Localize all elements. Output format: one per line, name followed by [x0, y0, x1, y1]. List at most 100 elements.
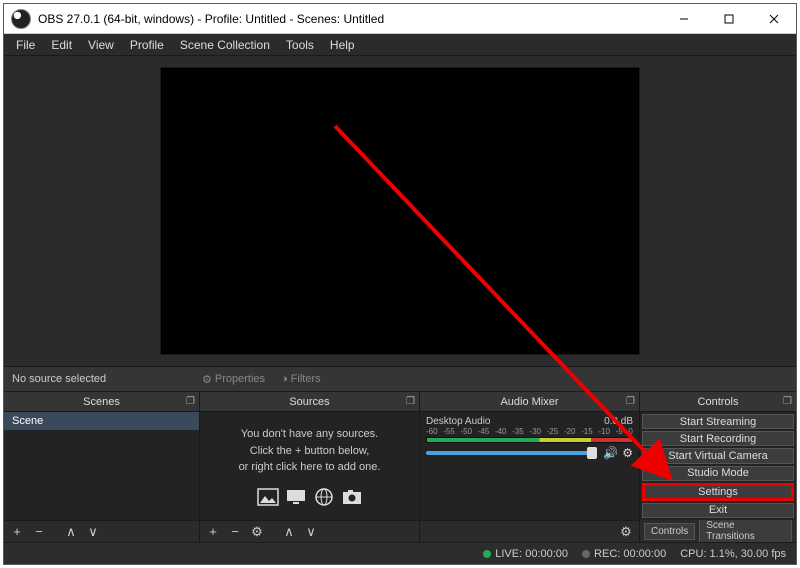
tick: -15	[581, 427, 593, 436]
tick: -60	[426, 427, 438, 436]
empty-line-2: Click the + button below,	[210, 443, 409, 460]
popout-icon[interactable]: ❐	[406, 396, 415, 407]
display-icon	[285, 486, 307, 508]
tick: -10	[598, 427, 610, 436]
menu-help[interactable]: Help	[322, 35, 363, 55]
menubar: File Edit View Profile Scene Collection …	[4, 34, 796, 56]
menu-tools[interactable]: Tools	[278, 35, 322, 55]
window-title: OBS 27.0.1 (64-bit, windows) - Profile: …	[38, 12, 661, 26]
tab-scene-transitions[interactable]: Scene Transitions	[699, 517, 792, 545]
menu-file[interactable]: File	[8, 35, 43, 55]
preview-area	[4, 56, 796, 366]
live-time: 00:00:00	[525, 548, 568, 560]
tab-controls[interactable]: Controls	[644, 523, 695, 540]
status-live: LIVE: 00:00:00	[483, 548, 568, 560]
sources-panel: Sources ❐ You don't have any sources. Cl…	[200, 392, 420, 542]
scenes-panel: Scenes ❐ Scene + − ∧ ∨	[4, 392, 200, 542]
tick: -55	[443, 427, 455, 436]
menu-view[interactable]: View	[80, 35, 122, 55]
image-icon	[257, 486, 279, 508]
mixer-volume-slider[interactable]	[426, 451, 597, 455]
no-source-label: No source selected	[4, 373, 194, 385]
filters-icon: ◑	[281, 373, 288, 385]
source-properties-button[interactable]: ⚙	[248, 523, 266, 541]
mixer-title: Audio Mixer	[500, 396, 558, 408]
scenes-toolbar: + − ∧ ∨	[4, 520, 199, 542]
popout-icon[interactable]: ❐	[626, 396, 635, 407]
studio-mode-button[interactable]: Studio Mode	[642, 466, 794, 481]
mixer-settings-button[interactable]: ⚙	[617, 523, 635, 541]
mixer-meter-scale: -60 -55 -50 -45 -40 -35 -30 -25 -20 -15 …	[426, 427, 633, 437]
properties-button[interactable]: ⚙ Properties	[194, 373, 273, 386]
exit-button[interactable]: Exit	[642, 503, 794, 518]
sources-toolbar: + − ⚙ ∧ ∨	[200, 520, 419, 542]
tick: -40	[495, 427, 507, 436]
gear-icon: ⚙	[202, 373, 212, 386]
app-window: OBS 27.0.1 (64-bit, windows) - Profile: …	[3, 3, 797, 565]
remove-scene-button[interactable]: −	[30, 523, 48, 541]
sources-header: Sources ❐	[200, 392, 419, 412]
preview-canvas[interactable]	[160, 67, 640, 355]
scene-item[interactable]: Scene	[4, 412, 199, 430]
mixer-track-label: Desktop Audio	[426, 416, 491, 427]
remove-source-button[interactable]: −	[226, 523, 244, 541]
live-label: LIVE:	[495, 548, 522, 560]
rec-time: 00:00:00	[623, 548, 666, 560]
tick: -25	[547, 427, 559, 436]
tick: -5	[616, 427, 623, 436]
camera-icon	[341, 486, 363, 508]
popout-icon[interactable]: ❐	[783, 396, 792, 407]
menu-profile[interactable]: Profile	[122, 35, 172, 55]
context-bar: No source selected ⚙ Properties ◑ Filter…	[4, 366, 796, 392]
titlebar: OBS 27.0.1 (64-bit, windows) - Profile: …	[4, 4, 796, 34]
controls-tabs: Controls Scene Transitions	[640, 520, 796, 542]
controls-panel: Controls ❐ Start Streaming Start Recordi…	[640, 392, 796, 542]
start-recording-button[interactable]: Start Recording	[642, 431, 794, 446]
mixer-toolbar: ⚙	[420, 520, 639, 542]
speaker-icon[interactable]: 🔊	[603, 446, 618, 460]
filters-label: Filters	[291, 373, 321, 385]
mixer-slider-row: 🔊 ⚙	[426, 446, 633, 460]
scene-up-button[interactable]: ∧	[62, 523, 80, 541]
scenes-title: Scenes	[83, 396, 120, 408]
globe-icon	[313, 486, 335, 508]
status-cpu: CPU: 1.1%, 30.00 fps	[680, 548, 786, 560]
mixer-meter	[426, 437, 633, 443]
minimize-button[interactable]	[661, 4, 706, 33]
mixer-volume-readout: 0.0 dB	[593, 416, 633, 427]
sources-list[interactable]: You don't have any sources. Click the + …	[200, 412, 419, 520]
gear-icon[interactable]: ⚙	[622, 446, 633, 460]
filters-button[interactable]: ◑ Filters	[273, 373, 329, 385]
mixer-body: Desktop Audio 0.0 dB -60 -55 -50 -45 -40…	[420, 412, 639, 520]
close-button[interactable]	[751, 4, 796, 33]
empty-line-3: or right click here to add one.	[210, 459, 409, 476]
sources-title: Sources	[289, 396, 329, 408]
add-scene-button[interactable]: +	[8, 523, 26, 541]
start-streaming-button[interactable]: Start Streaming	[642, 414, 794, 429]
tick: -45	[478, 427, 490, 436]
source-up-button[interactable]: ∧	[280, 523, 298, 541]
scene-down-button[interactable]: ∨	[84, 523, 102, 541]
controls-header: Controls ❐	[640, 392, 796, 412]
maximize-button[interactable]	[706, 4, 751, 33]
add-source-button[interactable]: +	[204, 523, 222, 541]
controls-body: Start Streaming Start Recording Start Vi…	[640, 412, 796, 520]
tick: -35	[512, 427, 524, 436]
menu-edit[interactable]: Edit	[43, 35, 80, 55]
scenes-list[interactable]: Scene	[4, 412, 199, 520]
app-icon	[11, 9, 31, 29]
live-dot-icon	[483, 550, 491, 558]
properties-label: Properties	[215, 373, 265, 385]
rec-label: REC:	[594, 548, 620, 560]
statusbar: LIVE: 00:00:00 REC: 00:00:00 CPU: 1.1%, …	[4, 542, 796, 564]
scenes-header: Scenes ❐	[4, 392, 199, 412]
start-virtual-camera-button[interactable]: Start Virtual Camera	[642, 448, 794, 463]
status-rec: REC: 00:00:00	[582, 548, 666, 560]
settings-button[interactable]: Settings	[642, 483, 794, 501]
menu-scene-collection[interactable]: Scene Collection	[172, 35, 278, 55]
controls-title: Controls	[698, 396, 739, 408]
sources-empty-hint: You don't have any sources. Click the + …	[200, 412, 419, 482]
tick: -30	[529, 427, 541, 436]
source-down-button[interactable]: ∨	[302, 523, 320, 541]
popout-icon[interactable]: ❐	[186, 396, 195, 407]
